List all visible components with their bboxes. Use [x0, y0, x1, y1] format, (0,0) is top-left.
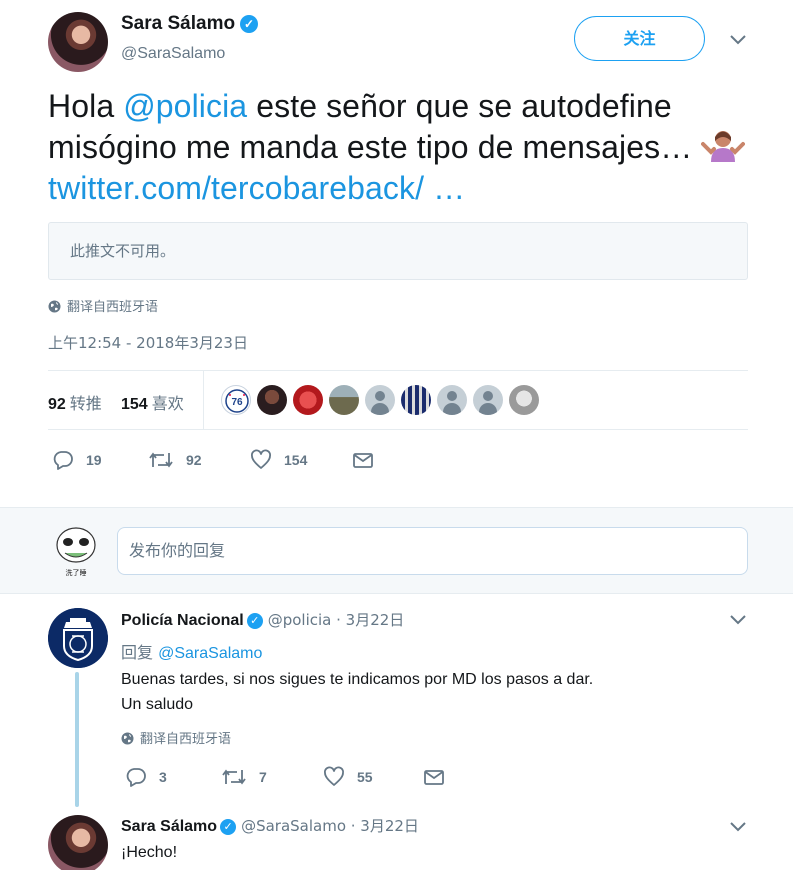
tweet-text: Hola @policia este señor que se autodefi… — [48, 86, 768, 209]
reply-tweet: Policía Nacional ✓ @policia · 3月22日 回复 @Sa… — [0, 594, 793, 809]
liker-avatar-outdoor-photo[interactable] — [329, 385, 359, 415]
author-name[interactable]: Sara Sálamo ✓ — [121, 13, 259, 35]
reply-tweet: Sara Sálamo ✓ @SaraSalamo · 3月22日 ¡Hecho! — [0, 809, 793, 870]
like-button[interactable]: 55 — [323, 763, 373, 791]
reply-author-name[interactable]: Sara Sálamo — [121, 818, 217, 835]
reply-author-name[interactable]: Policía Nacional — [121, 612, 244, 629]
reply-text: Buenas tardes, si nos sigues te indicamo… — [121, 671, 594, 713]
replying-to: 回复 @SaraSalamo — [121, 643, 263, 662]
retweet-button[interactable]: 7 — [221, 763, 267, 791]
verified-badge-icon: ✓ — [240, 15, 259, 33]
policia-avatar[interactable] — [48, 608, 108, 668]
retweet-icon — [148, 449, 174, 471]
reply-meta[interactable]: @policia · 3月22日 — [268, 611, 405, 629]
replying-to-handle-link[interactable]: @SaraSalamo — [158, 645, 262, 662]
author-avatar[interactable] — [48, 12, 108, 72]
likes-stat[interactable]: 154 喜欢 — [121, 390, 184, 414]
retweets-stat[interactable]: 92 转推 — [48, 390, 102, 414]
more-options-chevron-icon[interactable] — [728, 613, 748, 627]
liker-avatar-default-icon[interactable] — [365, 385, 395, 415]
reply-composer: 洗了睡 发布你的回复 — [0, 507, 793, 594]
reply-meta[interactable]: @SaraSalamo · 3月22日 — [241, 817, 419, 835]
globe-icon — [48, 300, 61, 313]
tweet-stats: 92 转推 154 喜欢 76 — [48, 370, 748, 430]
direct-message-button[interactable] — [423, 763, 445, 791]
reply-button[interactable]: 19 — [52, 446, 102, 474]
follow-button[interactable]: 关注 — [574, 16, 705, 61]
avatar-caption: 洗了睡 — [66, 568, 87, 577]
translate-link[interactable]: 翻译自西班牙语 — [48, 296, 158, 315]
liker-avatar-default-icon[interactable] — [473, 385, 503, 415]
current-user-avatar[interactable]: 洗了睡 — [55, 525, 97, 577]
author-handle[interactable]: @SaraSalamo — [121, 45, 225, 63]
unavailable-quote-card: 此推文不可用。 — [48, 222, 748, 280]
liker-avatar-76ers-logo[interactable]: 76 — [221, 385, 251, 415]
liker-avatar-dark-photo[interactable] — [257, 385, 287, 415]
reply-header: Policía Nacional ✓ @policia · 3月22日 — [121, 609, 404, 630]
reply-text: ¡Hecho! — [121, 844, 178, 861]
liker-avatar-default-icon[interactable] — [437, 385, 467, 415]
verified-badge-icon: ✓ — [246, 613, 263, 629]
stats-divider — [203, 371, 204, 429]
more-options-chevron-icon[interactable] — [728, 33, 748, 47]
tweet-link[interactable]: twitter.com/tercobareback/ … — [48, 170, 465, 206]
reply-header: Sara Sálamo ✓ @SaraSalamo · 3月22日 — [121, 815, 419, 836]
retweet-icon — [221, 766, 247, 788]
envelope-icon — [352, 449, 374, 471]
liker-avatar-grey-photo[interactable] — [509, 385, 539, 415]
mention-link[interactable]: @policia — [123, 88, 247, 124]
retweet-button[interactable]: 92 — [148, 446, 202, 474]
translate-link[interactable]: 翻译自西班牙语 — [121, 728, 231, 747]
envelope-icon — [423, 766, 445, 788]
like-button[interactable]: 154 — [250, 446, 307, 474]
reply-input[interactable]: 发布你的回复 — [117, 527, 748, 575]
direct-message-button[interactable] — [352, 446, 374, 474]
thread-line — [75, 672, 79, 807]
heart-icon — [323, 766, 345, 788]
svg-text:76: 76 — [231, 397, 243, 408]
globe-icon — [121, 732, 134, 745]
person-shrugging-emoji-icon — [701, 128, 746, 162]
liker-avatar-red-photo[interactable] — [293, 385, 323, 415]
main-tweet: Sara Sálamo ✓ @SaraSalamo 关注 Hola @polici… — [0, 0, 793, 507]
reply-button[interactable]: 3 — [125, 763, 167, 791]
reply-icon — [52, 449, 74, 471]
tweet-timestamp[interactable]: 上午12:54 - 2018年3月23日 — [48, 332, 248, 353]
verified-badge-icon: ✓ — [220, 819, 237, 835]
author-avatar[interactable] — [48, 815, 108, 870]
heart-icon — [250, 449, 272, 471]
reply-icon — [125, 766, 147, 788]
liker-avatar-striped-shirt-photo[interactable] — [401, 385, 431, 415]
more-options-chevron-icon[interactable] — [728, 820, 748, 834]
